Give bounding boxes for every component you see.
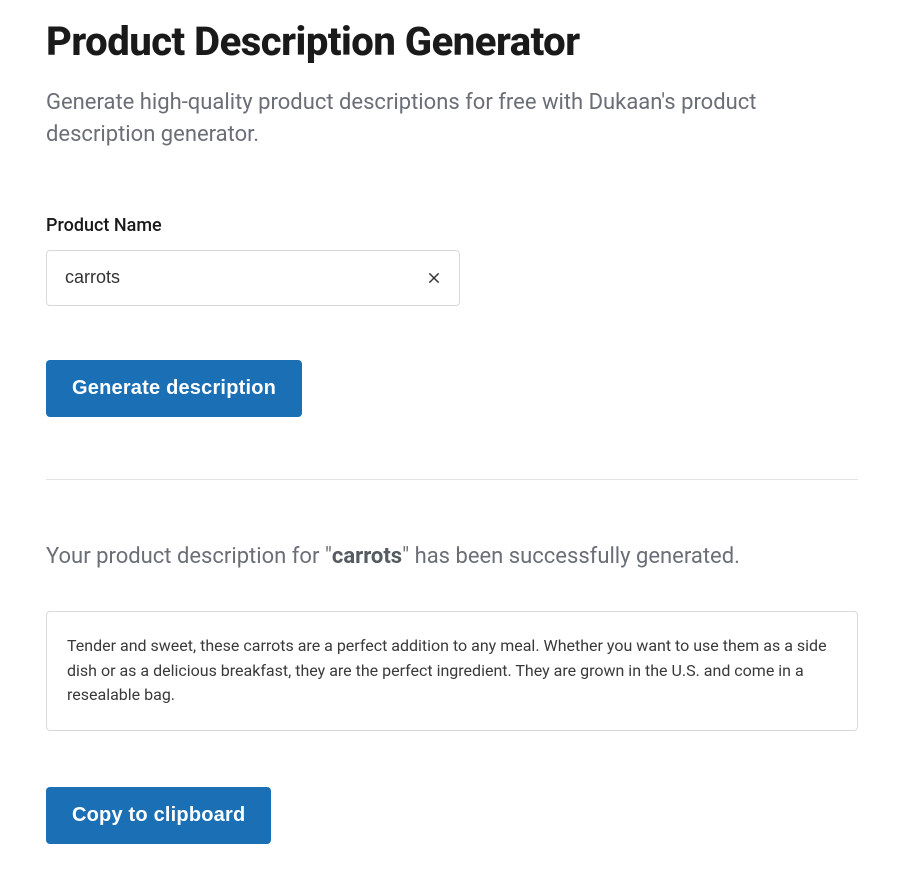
page-subtitle: Generate high-quality product descriptio… [46, 87, 858, 151]
result-box: Tender and sweet, these carrots are a pe… [46, 611, 858, 731]
result-product-name: carrots [332, 544, 402, 569]
generate-button[interactable]: Generate description [46, 360, 302, 417]
divider [46, 479, 858, 480]
page-title: Product Description Generator [46, 18, 858, 65]
copy-button[interactable]: Copy to clipboard [46, 787, 271, 844]
product-name-input[interactable] [46, 250, 460, 306]
product-name-input-wrapper [46, 250, 460, 306]
clear-icon[interactable] [422, 266, 446, 290]
product-name-label: Product Name [46, 215, 858, 236]
result-suffix: " has been successfully generated. [402, 544, 740, 569]
result-prefix: Your product description for " [46, 544, 332, 569]
result-heading: Your product description for "carrots" h… [46, 544, 858, 569]
result-description: Tender and sweet, these carrots are a pe… [67, 634, 837, 708]
